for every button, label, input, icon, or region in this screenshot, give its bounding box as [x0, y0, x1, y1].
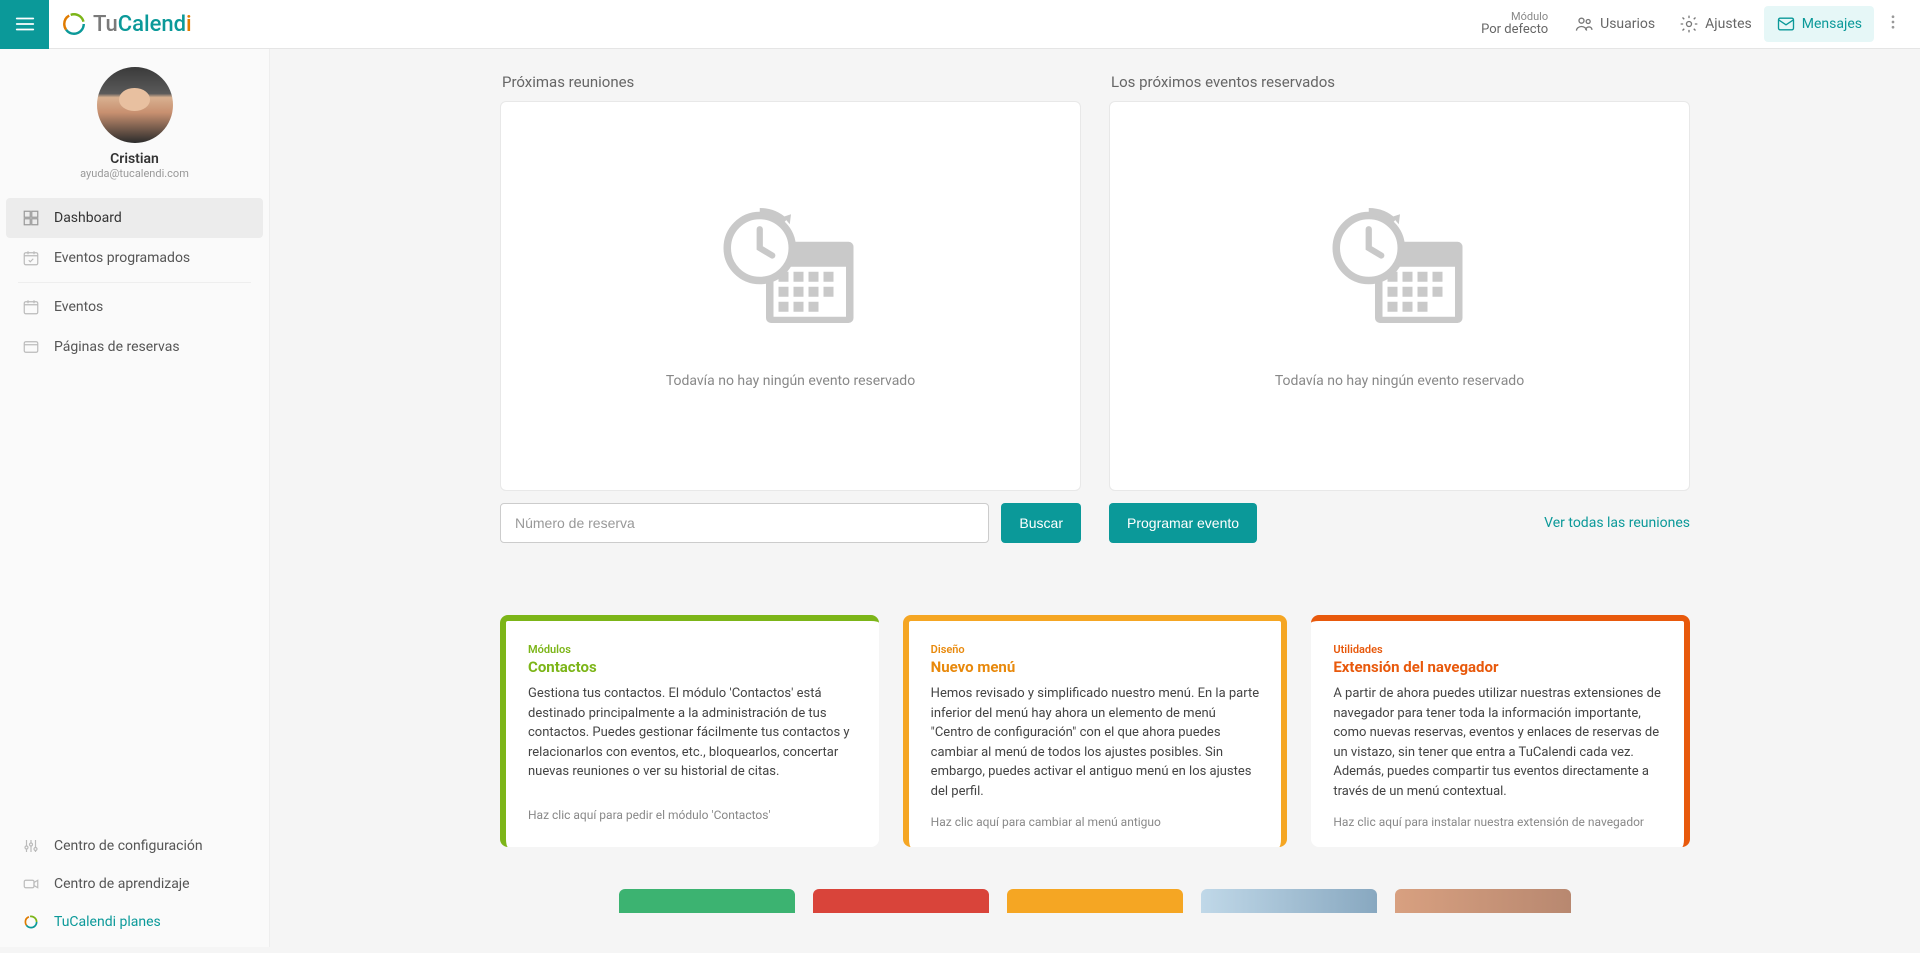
info-cat: Utilidades	[1333, 643, 1662, 656]
nav-events-label: Eventos	[54, 299, 103, 315]
header-right: Módulo Por defecto Usuarios Ajustes Mens…	[1481, 5, 1920, 43]
info-cat: Módulos	[528, 643, 857, 656]
info-card-menu[interactable]: Diseño Nuevo menú Hemos revisado y simpl…	[903, 615, 1288, 847]
module-selector[interactable]: Módulo Por defecto	[1481, 11, 1562, 37]
reservation-search-input[interactable]	[500, 503, 989, 543]
calendar-icon	[22, 298, 40, 316]
tile-image-1[interactable]	[1201, 889, 1377, 913]
divider	[18, 282, 251, 283]
info-link[interactable]: Haz clic aquí para instalar nuestra exte…	[1333, 815, 1662, 829]
events-empty-text: Todavía no hay ningún evento reservado	[1275, 373, 1524, 389]
dots-vertical-icon	[1884, 13, 1902, 31]
nav-scheduled[interactable]: Eventos programados	[6, 238, 263, 278]
empty-calendar-icon	[1325, 203, 1475, 343]
menu-toggle[interactable]	[0, 0, 49, 49]
nav-dashboard[interactable]: Dashboard	[6, 198, 263, 238]
info-body: Hemos revisado y simplificado nuestro me…	[931, 684, 1260, 801]
col-events: Los próximos eventos reservados Todavía …	[1109, 73, 1690, 543]
info-cards-row: Módulos Contactos Gestiona tus contactos…	[500, 615, 1690, 847]
header: TuCalendi Módulo Por defecto Usuarios Aj…	[0, 0, 1920, 49]
calendar-check-icon	[22, 249, 40, 267]
logo-small-icon	[22, 913, 40, 931]
search-button[interactable]: Buscar	[1001, 503, 1081, 543]
nav-config-center-label: Centro de configuración	[54, 838, 203, 854]
info-link[interactable]: Haz clic aquí para cambiar al menú antig…	[931, 815, 1260, 829]
settings-link[interactable]: Ajustes	[1667, 6, 1764, 42]
messages-link[interactable]: Mensajes	[1764, 6, 1874, 42]
info-body: Gestiona tus contactos. El módulo 'Conta…	[528, 684, 857, 794]
window-icon	[22, 338, 40, 356]
nav-config-center[interactable]: Centro de configuración	[6, 827, 263, 865]
module-value: Por defecto	[1481, 23, 1548, 37]
events-title: Los próximos eventos reservados	[1109, 73, 1690, 91]
nav-learning-center[interactable]: Centro de aprendizaje	[6, 865, 263, 903]
bottom-tiles	[500, 889, 1690, 913]
info-title: Contactos	[528, 658, 857, 676]
avatar	[97, 67, 173, 143]
nav-events[interactable]: Eventos	[6, 287, 263, 327]
info-card-extension[interactable]: Utilidades Extensión del navegador A par…	[1311, 615, 1690, 847]
tile-yellow[interactable]	[1007, 889, 1183, 913]
schedule-event-button[interactable]: Programar evento	[1109, 503, 1257, 543]
more-menu[interactable]	[1874, 5, 1912, 43]
info-link[interactable]: Haz clic aquí para pedir el módulo 'Cont…	[528, 808, 857, 822]
nav-scheduled-label: Eventos programados	[54, 250, 190, 266]
info-body: A partir de ahora puedes utilizar nuestr…	[1333, 684, 1662, 801]
nav-plans-label: TuCalendi planes	[54, 914, 161, 930]
info-title: Nuevo menú	[931, 658, 1260, 676]
info-card-contacts[interactable]: Módulos Contactos Gestiona tus contactos…	[500, 615, 879, 847]
profile-name: Cristian	[0, 151, 269, 167]
tile-green[interactable]	[619, 889, 795, 913]
events-card: Todavía no hay ningún evento reservado	[1109, 101, 1690, 491]
grid-icon	[22, 209, 40, 227]
empty-calendar-icon	[716, 203, 866, 343]
gear-icon	[1679, 14, 1699, 34]
meetings-empty-text: Todavía no hay ningún evento reservado	[666, 373, 915, 389]
profile-email: ayuda@tucalendi.com	[0, 167, 269, 180]
nav-booking-pages[interactable]: Páginas de reservas	[6, 327, 263, 367]
users-link[interactable]: Usuarios	[1562, 6, 1667, 42]
users-icon	[1574, 14, 1594, 34]
nav-dashboard-label: Dashboard	[54, 210, 122, 226]
meetings-card: Todavía no hay ningún evento reservado	[500, 101, 1081, 491]
nav-main: Dashboard Eventos programados Eventos Pá…	[0, 190, 269, 375]
tile-red[interactable]	[813, 889, 989, 913]
messages-label: Mensajes	[1802, 16, 1862, 32]
video-icon	[22, 875, 40, 893]
sidebar: Cristian ayuda@tucalendi.com Dashboard E…	[0, 49, 270, 947]
nav-learning-center-label: Centro de aprendizaje	[54, 876, 190, 892]
sliders-icon	[22, 837, 40, 855]
tile-image-2[interactable]	[1395, 889, 1571, 913]
brand-i: i	[186, 12, 192, 37]
meetings-title: Próximas reuniones	[500, 73, 1081, 91]
logo[interactable]: TuCalendi	[49, 11, 204, 37]
events-action-row: Programar evento Ver todas las reuniones	[1109, 503, 1690, 543]
info-title: Extensión del navegador	[1333, 658, 1662, 676]
view-all-link[interactable]: Ver todas las reuniones	[1544, 515, 1690, 531]
nav-booking-pages-label: Páginas de reservas	[54, 339, 180, 355]
info-cat: Diseño	[931, 643, 1260, 656]
envelope-icon	[1776, 14, 1796, 34]
nav-plans[interactable]: TuCalendi planes	[6, 903, 263, 941]
brand-tu: Tu	[93, 12, 118, 37]
brand-calend: Calend	[118, 12, 186, 37]
users-label: Usuarios	[1600, 16, 1655, 32]
logo-icon	[61, 11, 87, 37]
profile-block[interactable]: Cristian ayuda@tucalendi.com	[0, 49, 269, 190]
col-meetings: Próximas reuniones Todavía no hay ningún…	[500, 73, 1081, 543]
dashboard-top-row: Próximas reuniones Todavía no hay ningún…	[500, 73, 1690, 543]
main-content: Próximas reuniones Todavía no hay ningún…	[270, 49, 1920, 953]
settings-label: Ajustes	[1705, 16, 1752, 32]
search-row: Buscar	[500, 503, 1081, 543]
nav-bottom: Centro de configuración Centro de aprend…	[0, 821, 269, 947]
